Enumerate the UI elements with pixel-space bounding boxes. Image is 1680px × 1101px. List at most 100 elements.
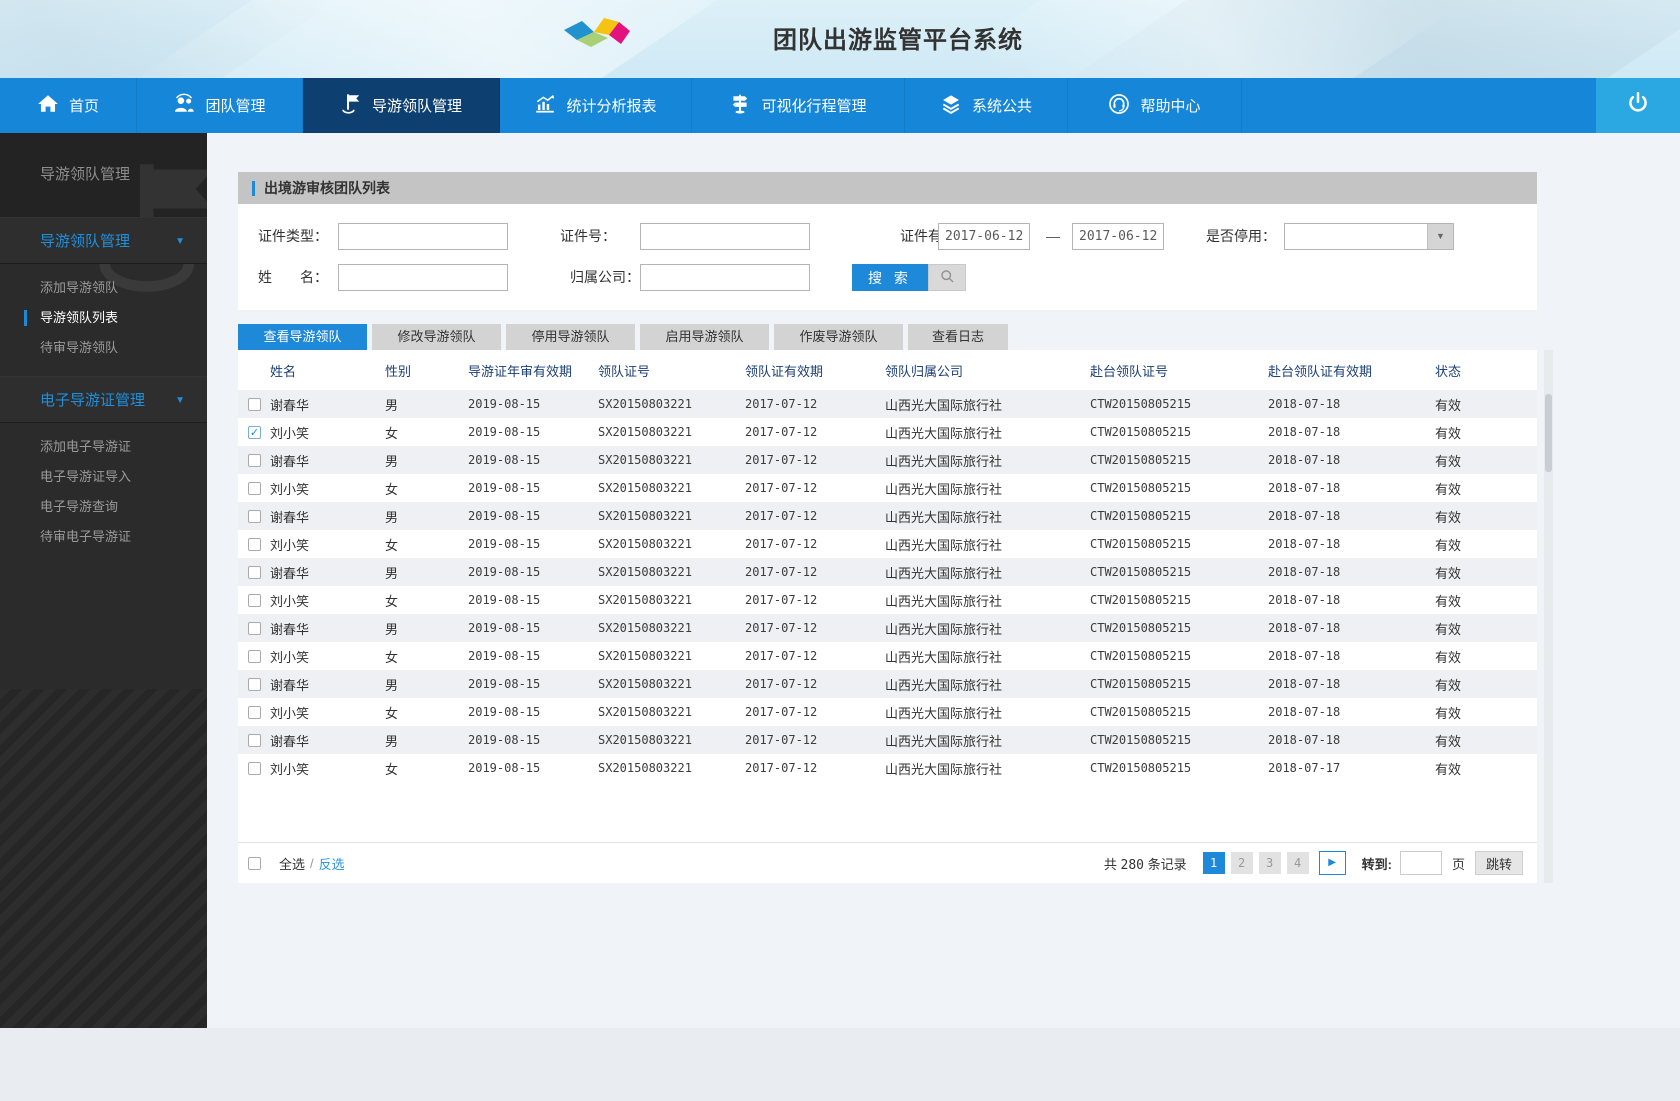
tab-查看日志[interactable]: 查看日志 <box>908 324 1008 350</box>
scrollbar-thumb[interactable] <box>1545 394 1552 472</box>
table-header-row: 姓名 性别 导游证年审有效期 领队证号 领队证有效期 领队归属公司 赴台领队证号 赴台领队证有… <box>238 350 1537 390</box>
row-checkbox[interactable]: ✓ <box>248 425 261 439</box>
date-from-input[interactable] <box>938 223 1030 250</box>
sidebar-item-待审导游领队[interactable]: 待审导游领队 <box>0 333 207 363</box>
nav-item-5[interactable]: 可视化行程管理 <box>692 78 905 133</box>
tab-启用导游领队[interactable]: 启用导游领队 <box>640 324 769 350</box>
cell-leader_valid: 2017-07-12 <box>745 677 818 691</box>
select-all-checkbox[interactable] <box>248 856 261 870</box>
table-row: 谢春华 男 2019-08-15 SX20150803221 2017-07-12 山西光… <box>238 502 1537 530</box>
search-icon-button[interactable] <box>928 264 966 291</box>
cell-company: 山西光大国际旅行社 <box>885 649 1003 665</box>
cell-tw_no: CTW20150805215 <box>1090 649 1192 663</box>
column-header-领队证号: 领队证号 <box>598 363 651 379</box>
tab-查看导游领队[interactable]: 查看导游领队 <box>238 324 367 350</box>
cell-tw_no: CTW20150805215 <box>1090 509 1192 523</box>
sidebar-item-添加导游领队[interactable]: 添加导游领队 <box>0 273 207 303</box>
cell-company: 山西光大国际旅行社 <box>885 481 1003 497</box>
cell-leader_no: SX20150803221 <box>598 705 692 719</box>
row-checkbox[interactable] <box>248 705 261 719</box>
sidebar-group-2[interactable]: 电子导游证管理 ▼ <box>0 376 207 423</box>
nav-item-7[interactable]: 帮助中心 <box>1068 78 1242 133</box>
tab-作废导游领队[interactable]: 作废导游领队 <box>774 324 903 350</box>
disabled-select[interactable]: ▼ <box>1284 223 1454 250</box>
table-row: 刘小笑 女 2019-08-15 SX20150803221 2017-07-12 山西光… <box>238 642 1537 670</box>
page-button-2[interactable]: 2 <box>1230 852 1253 874</box>
column-header-领队归属公司: 领队归属公司 <box>885 363 964 379</box>
tab-修改导游领队[interactable]: 修改导游领队 <box>372 324 501 350</box>
logout-button[interactable] <box>1596 78 1680 133</box>
cell-tw_valid: 2018-07-18 <box>1268 705 1341 719</box>
sidebar-item-电子导游查询[interactable]: 电子导游查询 <box>0 492 207 522</box>
row-checkbox[interactable] <box>248 481 261 495</box>
column-header-姓名: 姓名 <box>270 363 297 379</box>
next-page-button[interactable]: ▶ <box>1318 851 1346 875</box>
table-scrollbar[interactable] <box>1544 350 1553 883</box>
cell-status: 有效 <box>1435 621 1462 637</box>
cell-gender: 男 <box>385 509 399 525</box>
nav-item-6[interactable]: 系统公共 <box>905 78 1068 133</box>
cell-guide_cert_valid: 2019-08-15 <box>468 649 541 663</box>
company-label: 归属公司： <box>570 269 640 285</box>
cert-no-input[interactable] <box>640 223 810 250</box>
cell-gender: 男 <box>385 621 399 637</box>
company-input[interactable] <box>640 264 810 291</box>
cell-company: 山西光大国际旅行社 <box>885 733 1003 749</box>
nav-item-1[interactable]: 首页 <box>0 78 137 133</box>
page-button-4[interactable]: 4 <box>1286 852 1309 874</box>
page-button-1[interactable]: 1 <box>1202 852 1225 874</box>
date-to-input[interactable] <box>1072 223 1164 250</box>
row-checkbox[interactable] <box>248 509 261 523</box>
page-button-3[interactable]: 3 <box>1258 852 1281 874</box>
invert-selection-link[interactable]: 反选 <box>319 854 345 873</box>
cell-gender: 女 <box>385 761 399 777</box>
search-button[interactable]: 搜 索 <box>852 264 928 291</box>
cell-guide_cert_valid: 2019-08-15 <box>468 481 541 495</box>
cell-tw_valid: 2018-07-18 <box>1268 425 1341 439</box>
cell-tw_no: CTW20150805215 <box>1090 425 1192 439</box>
row-checkbox[interactable] <box>248 621 261 635</box>
row-checkbox[interactable] <box>248 537 261 551</box>
sidebar-item-导游领队列表[interactable]: 导游领队列表 <box>0 303 207 333</box>
cell-guide_cert_valid: 2019-08-15 <box>468 761 541 775</box>
cell-leader_valid: 2017-07-12 <box>745 565 818 579</box>
sidebar-item-添加电子导游证[interactable]: 添加电子导游证 <box>0 432 207 462</box>
cell-tw_no: CTW20150805215 <box>1090 593 1192 607</box>
goto-page-input[interactable] <box>1399 851 1442 875</box>
row-checkbox[interactable] <box>248 565 261 579</box>
sidebar-group-label: 导游领队管理 <box>40 233 131 250</box>
row-checkbox-cell <box>238 593 270 607</box>
top-header: 团队出游监管平台系统 <box>0 0 1680 78</box>
cell-leader_valid: 2017-07-12 <box>745 481 818 495</box>
row-checkbox[interactable] <box>248 453 261 467</box>
jump-button[interactable]: 跳转 <box>1474 851 1523 875</box>
tab-停用导游领队[interactable]: 停用导游领队 <box>506 324 635 350</box>
row-checkbox[interactable] <box>248 733 261 747</box>
cell-status: 有效 <box>1435 453 1462 469</box>
sidebar-hatch-pattern <box>0 689 207 1028</box>
cert-type-input[interactable] <box>338 223 508 250</box>
cell-name: 谢春华 <box>270 397 310 413</box>
row-checkbox[interactable] <box>248 649 261 663</box>
cell-tw_no: CTW20150805215 <box>1090 565 1192 579</box>
row-checkbox[interactable] <box>248 593 261 607</box>
cell-leader_no: SX20150803221 <box>598 481 692 495</box>
cell-gender: 女 <box>385 425 399 441</box>
panel-header: 出境游审核团队列表 <box>238 172 1537 204</box>
row-checkbox[interactable] <box>248 397 261 411</box>
cell-name: 刘小笑 <box>270 649 310 665</box>
cell-tw_no: CTW20150805215 <box>1090 453 1192 467</box>
select-all-label[interactable]: 全选 <box>279 854 305 873</box>
column-header-赴台领队证有效期: 赴台领队证有效期 <box>1268 363 1373 379</box>
row-checkbox-cell <box>238 565 270 579</box>
name-input[interactable] <box>338 264 508 291</box>
nav-item-3[interactable]: 导游领队管理 <box>303 78 500 133</box>
sidebar-item-电子导游证导入[interactable]: 电子导游证导入 <box>0 462 207 492</box>
nav-item-2[interactable]: 团队管理 <box>137 78 303 133</box>
sidebar-group-1[interactable]: 导游领队管理 ▼ <box>0 217 207 264</box>
row-checkbox[interactable] <box>248 677 261 691</box>
row-checkbox[interactable] <box>248 761 261 775</box>
sidebar-item-待审电子导游证[interactable]: 待审电子导游证 <box>0 522 207 552</box>
chart-icon <box>534 93 556 119</box>
nav-item-4[interactable]: 统计分析报表 <box>500 78 692 133</box>
